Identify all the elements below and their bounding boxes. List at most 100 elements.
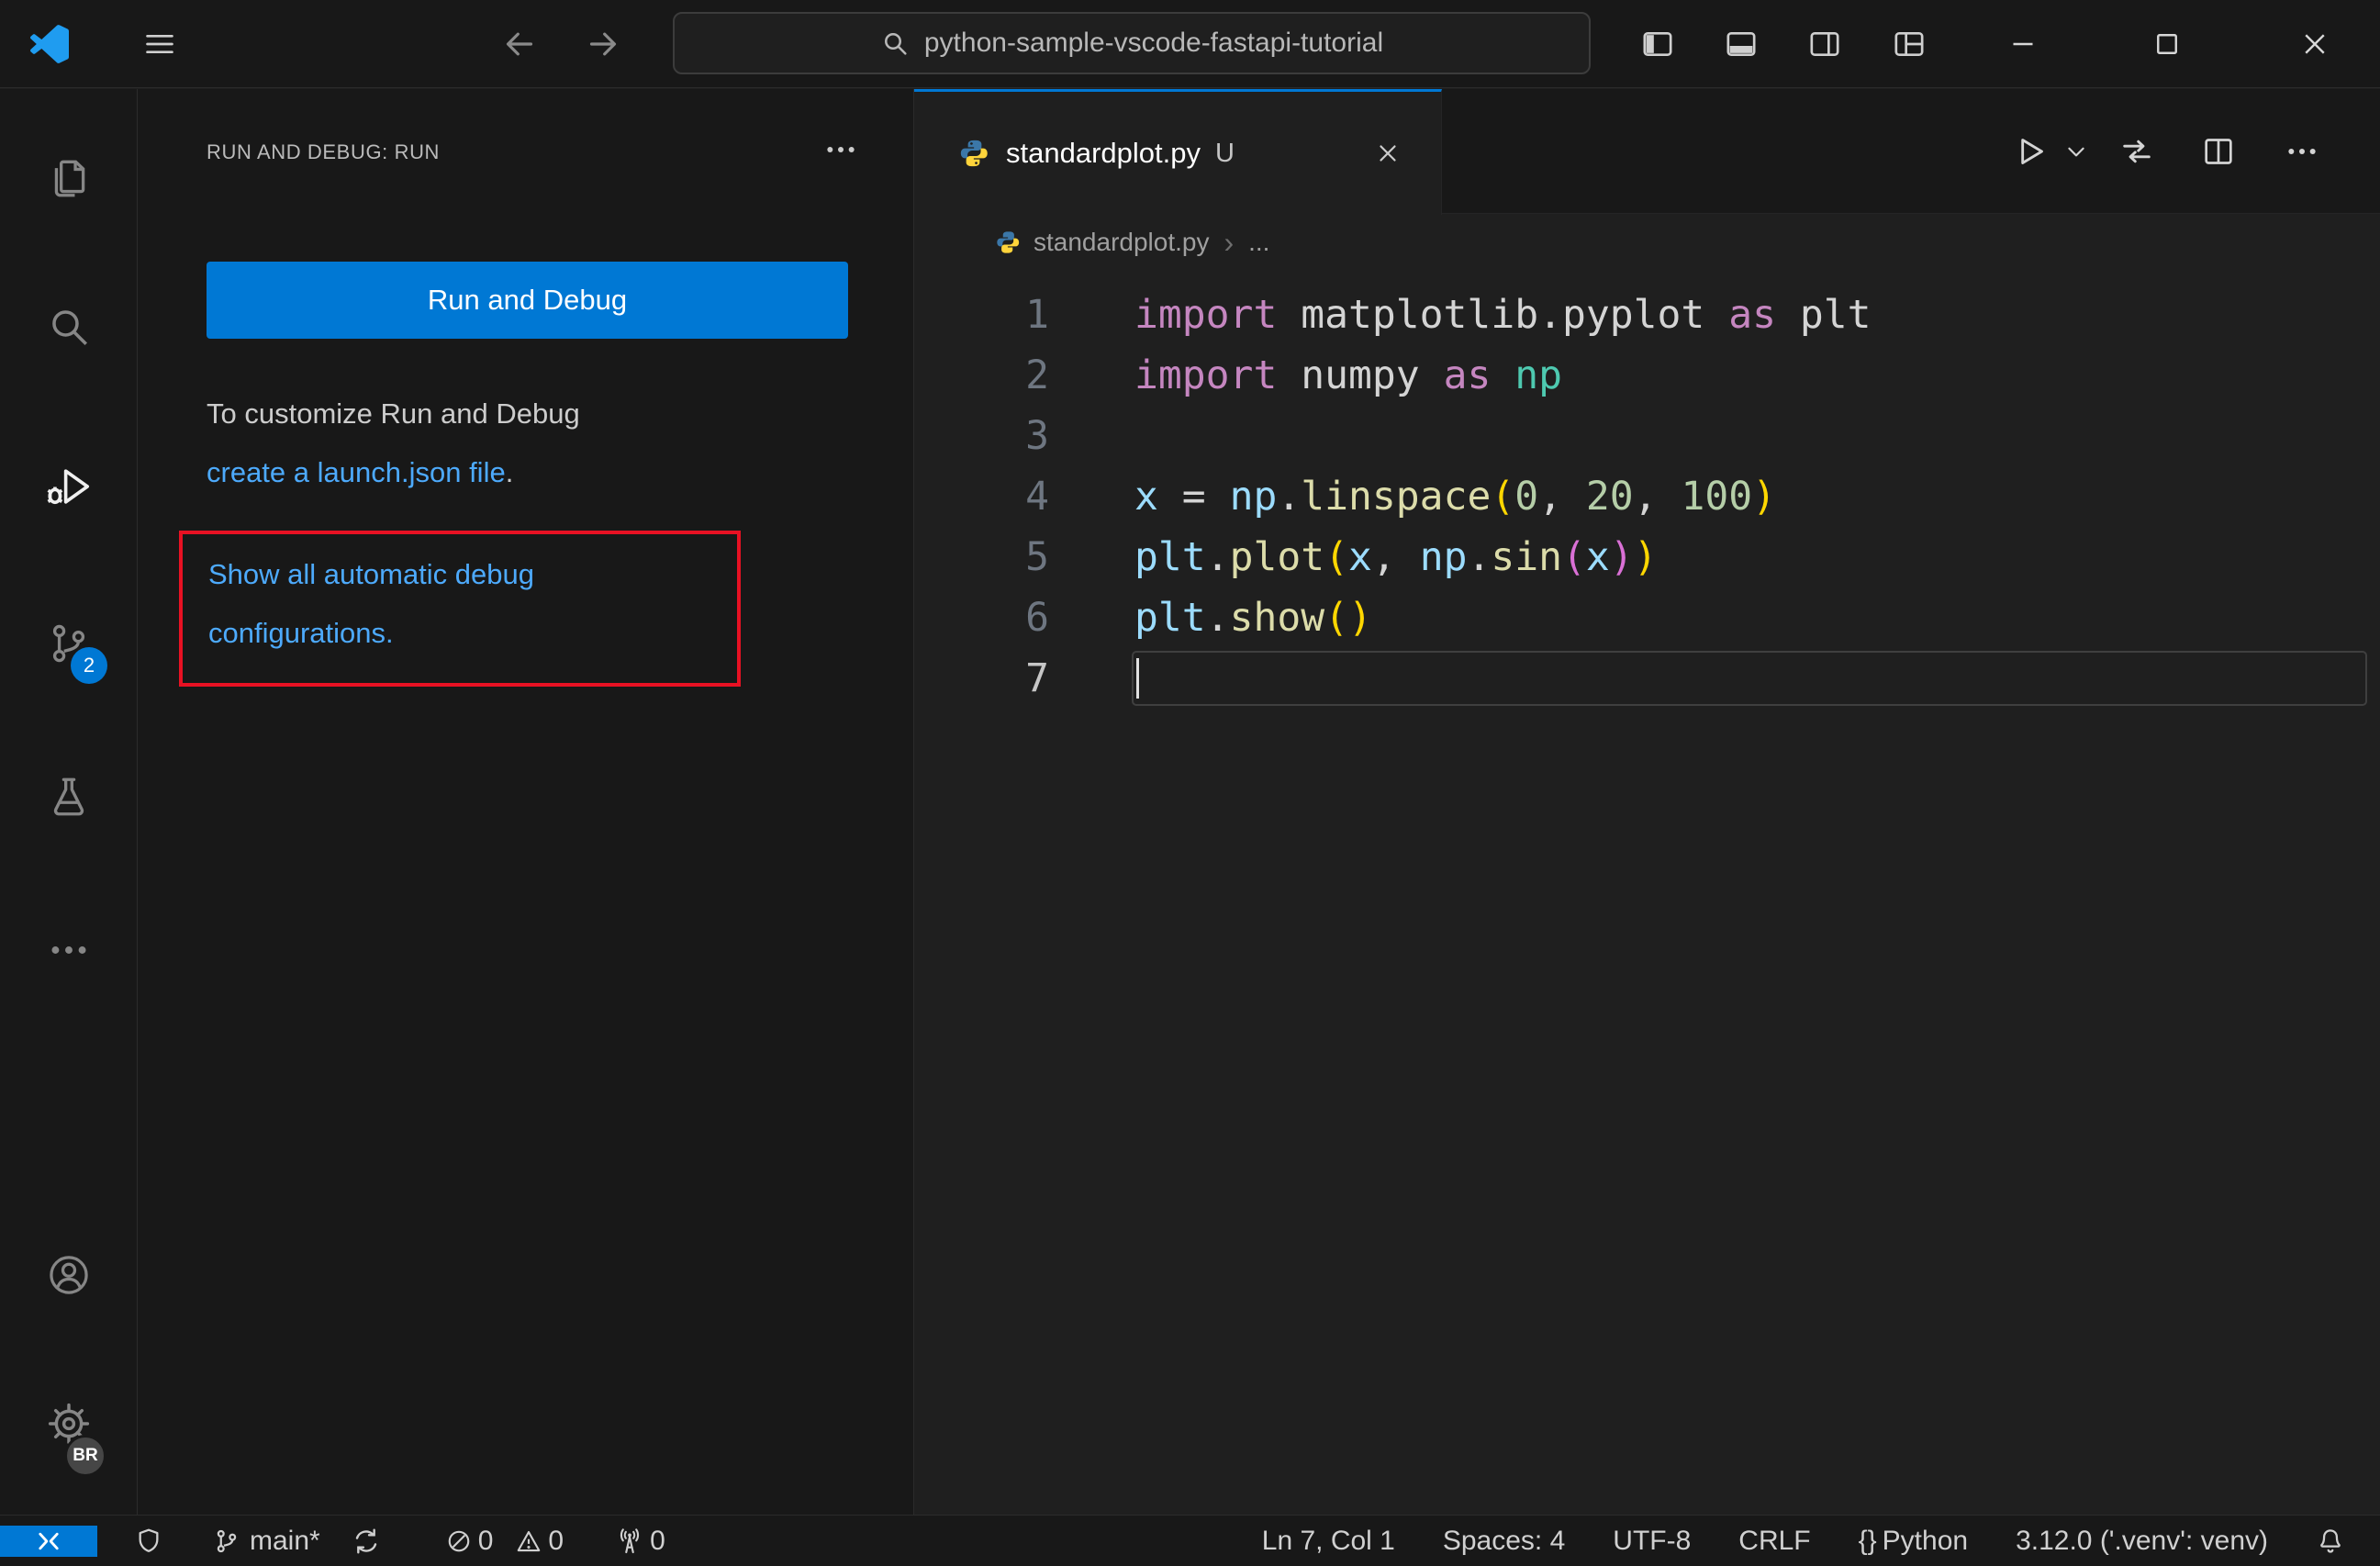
split-editor-icon[interactable] <box>2176 133 2261 170</box>
code-lines: 1 import matplotlib.pyplot as plt 2 import … <box>914 285 2380 709</box>
code-line[interactable]: 4 x = np.linspace(0, 20, 100) <box>914 466 2380 527</box>
account-button[interactable] <box>0 1231 138 1319</box>
show-debug-configurations-link[interactable]: Show all automatic debug configurations. <box>208 545 709 663</box>
indentation-status[interactable]: Spaces: 4 <box>1443 1526 1565 1557</box>
radio-tower-icon <box>620 1527 640 1553</box>
code-line[interactable]: 6 plt.show() <box>914 587 2380 648</box>
python-file-icon <box>960 140 988 167</box>
workspace-trust-button[interactable] <box>134 1527 163 1556</box>
hint-period: . <box>505 456 514 488</box>
menu-hamburger-icon[interactable] <box>134 0 185 88</box>
shield-icon <box>139 1528 159 1552</box>
activity-bar: 2 BR <box>0 89 138 1515</box>
code-line[interactable]: 2 import numpy as np <box>914 345 2380 406</box>
language-mode-status[interactable]: {} Python <box>1859 1526 1968 1557</box>
tab-label: standardplot.py <box>1006 137 1201 169</box>
sidebar-item-source-control[interactable] <box>0 599 138 688</box>
title-bar: python-sample-vscode-fastapi-tutorial <box>0 0 2380 88</box>
code-editor[interactable]: 1 import matplotlib.pyplot as plt 2 import … <box>914 270 2380 1515</box>
run-dropdown-chevron-icon[interactable] <box>2055 140 2097 163</box>
open-changes-icon[interactable] <box>2097 133 2176 170</box>
eol-status[interactable]: CRLF <box>1738 1526 1810 1557</box>
text-cursor <box>1136 658 1139 699</box>
line-content: import numpy as np <box>1134 352 1563 398</box>
line-content: plt.show() <box>1134 595 1372 641</box>
run-and-debug-sidebar: RUN AND DEBUG: RUN Run and Debug To cust… <box>138 89 914 1515</box>
status-right: Ln 7, Col 1 Spaces: 4 UTF-8 CRLF {} Pyth… <box>1262 1526 2380 1557</box>
line-number: 1 <box>1025 292 1049 338</box>
main-area: 2 BR RUN AND DEBUG: RUN Run and Debug To… <box>0 89 2380 1515</box>
git-branch-status[interactable]: main* <box>213 1526 381 1557</box>
warnings-icon <box>518 1530 541 1551</box>
editor-actions <box>2006 89 2343 214</box>
breadcrumb-chevron-icon: › <box>1224 225 1235 259</box>
line-content <box>1049 406 1134 466</box>
account-icon <box>50 1256 88 1294</box>
window-maximize-button[interactable] <box>2125 0 2209 88</box>
bell-icon <box>2320 1528 2341 1553</box>
command-center-search[interactable]: python-sample-vscode-fastapi-tutorial <box>673 12 1591 74</box>
sidebar-item-testing[interactable] <box>0 753 138 841</box>
code-line[interactable]: 7 <box>914 648 2380 709</box>
ports-status[interactable]: 0 <box>615 1526 665 1557</box>
sidebar-more-actions-icon[interactable] <box>815 129 866 170</box>
tab-standardplot[interactable]: standardplot.py U <box>914 89 1442 215</box>
tab-close-icon[interactable] <box>1368 133 1408 173</box>
search-icon <box>880 28 910 58</box>
branch-icon <box>217 1529 237 1552</box>
forward-arrow-icon[interactable] <box>577 0 629 88</box>
source-control-badge: 2 <box>71 647 107 684</box>
sidebar-title: RUN AND DEBUG: RUN <box>207 140 441 163</box>
search-text: python-sample-vscode-fastapi-tutorial <box>923 28 1384 58</box>
create-launch-json-link[interactable]: create a launch.json file <box>207 456 506 488</box>
remote-indicator[interactable] <box>0 1525 97 1557</box>
line-content: plt.plot(x, np.sin(x)) <box>1134 534 1658 580</box>
sidebar-item-search[interactable] <box>0 283 138 371</box>
run-and-debug-button[interactable]: Run and Debug <box>207 262 848 339</box>
search-icon <box>52 310 88 346</box>
code-line[interactable]: 5 plt.plot(x, np.sin(x)) <box>914 527 2380 587</box>
notifications-bell-icon[interactable] <box>2316 1527 2345 1556</box>
sync-icon[interactable] <box>352 1527 381 1556</box>
run-python-file-button[interactable] <box>2006 133 2055 170</box>
line-content: import matplotlib.pyplot as plt <box>1134 292 1872 338</box>
code-line[interactable]: 3 <box>914 406 2380 466</box>
toggle-secondary-sidebar-icon[interactable] <box>1799 0 1850 88</box>
encoding-status[interactable]: UTF-8 <box>1613 1526 1691 1557</box>
cursor-position-status[interactable]: Ln 7, Col 1 <box>1262 1526 1395 1557</box>
warnings-count: 0 <box>548 1525 564 1556</box>
toggle-primary-sidebar-icon[interactable] <box>1632 0 1683 88</box>
tab-git-status: U <box>1214 138 1235 168</box>
code-line[interactable]: 1 import matplotlib.pyplot as plt <box>914 285 2380 345</box>
sync-icon <box>355 1528 376 1553</box>
line-content: x = np.linspace(0, 20, 100) <box>1134 474 1777 520</box>
toggle-panel-icon[interactable] <box>1715 0 1767 88</box>
customize-layout-icon[interactable] <box>1883 0 1935 88</box>
run-and-debug-icon <box>47 469 90 505</box>
files-icon <box>54 160 85 197</box>
highlight-red-box: Show all automatic debug configurations. <box>179 531 741 687</box>
errors-icon <box>448 1530 470 1551</box>
line-number: 4 <box>1025 474 1049 520</box>
line-content <box>1049 648 1134 709</box>
breadcrumb-more[interactable]: ... <box>1248 228 1269 257</box>
current-line-highlight <box>1132 651 2367 706</box>
profile-initials-badge[interactable]: BR <box>64 1435 106 1477</box>
breadcrumb[interactable]: standardplot.py › ... <box>914 215 2380 270</box>
sidebar-item-more[interactable] <box>0 906 138 994</box>
editor-more-actions-icon[interactable] <box>2261 133 2343 170</box>
customize-hint: To customize Run and Debug create a laun… <box>207 385 831 502</box>
braces-icon: {} <box>1858 1525 1877 1556</box>
problems-status[interactable]: 0 0 <box>445 1526 564 1557</box>
back-arrow-icon[interactable] <box>494 0 545 88</box>
python-interpreter-status[interactable]: 3.12.0 ('.venv': venv) <box>2016 1526 2268 1557</box>
play-icon <box>2021 139 2043 164</box>
line-number: 5 <box>1025 534 1049 580</box>
sidebar-item-explorer[interactable] <box>0 134 138 222</box>
window-close-button[interactable] <box>2273 0 2357 88</box>
window-minimize-button[interactable] <box>1981 0 2065 88</box>
breadcrumb-file[interactable]: standardplot.py <box>1034 228 1209 257</box>
line-number: 3 <box>1025 413 1049 459</box>
sidebar-item-run-and-debug[interactable] <box>0 442 138 531</box>
vscode-logo-icon <box>24 0 75 88</box>
